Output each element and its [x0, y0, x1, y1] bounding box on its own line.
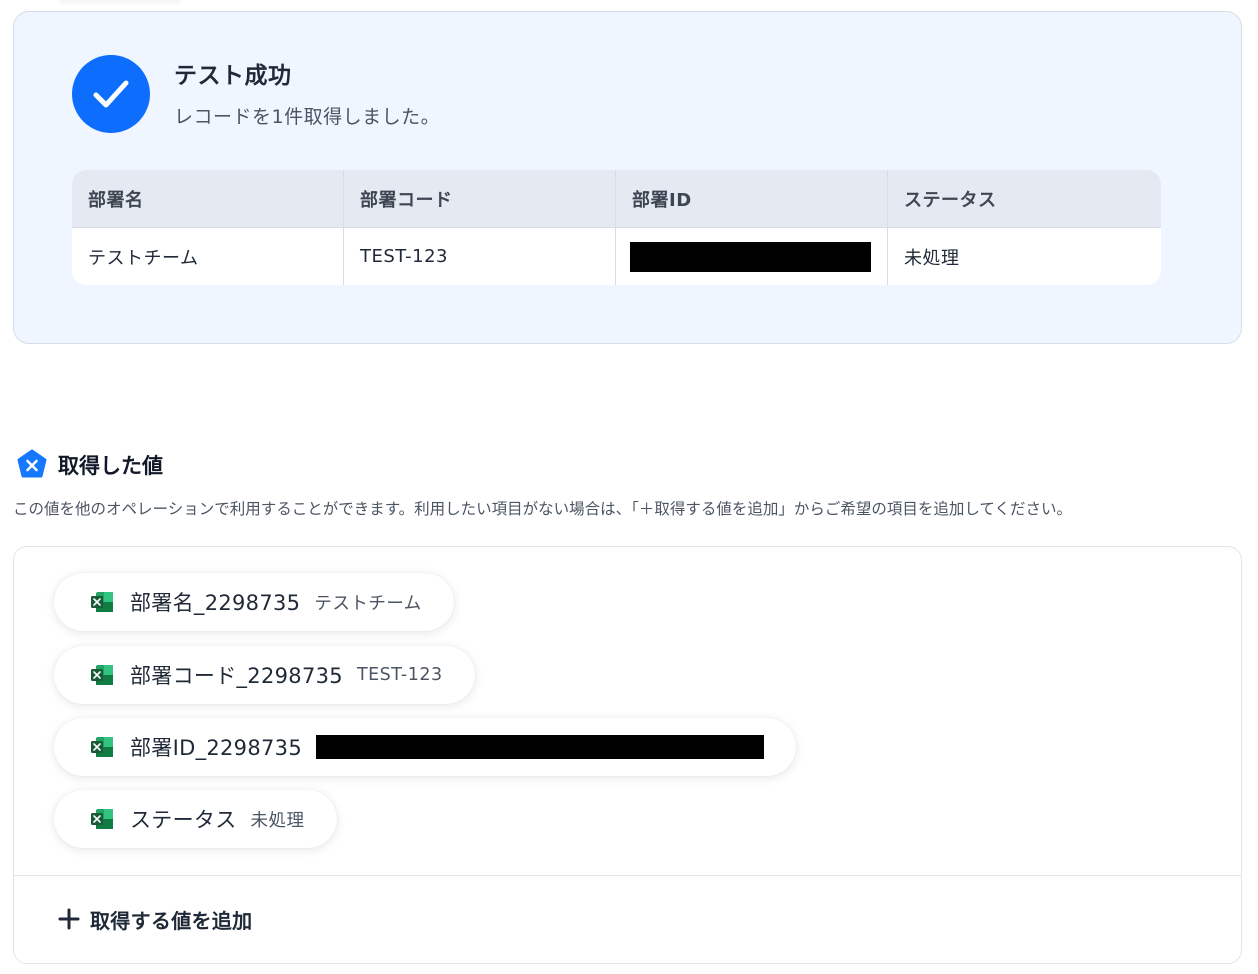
section-description: この値を他のオペレーションで利用することができます。利用したい項目がない場合は、… — [13, 500, 1072, 518]
value-chip[interactable]: 部署コード_2298735 TEST-123 — [54, 646, 475, 704]
check-circle-icon — [72, 55, 150, 133]
value-preview: 未処理 — [250, 810, 305, 831]
top-shadow — [60, 0, 180, 6]
value-preview: TEST-123 — [356, 665, 443, 685]
add-value-button[interactable]: 取得する値を追加 — [58, 892, 252, 946]
value-name: ステータス — [130, 808, 237, 832]
value-chip[interactable]: ステータス 未処理 — [54, 790, 337, 848]
value-name: 部署コード_2298735 — [130, 664, 343, 688]
table-row: テストチーム TEST-123 未処理 — [72, 228, 1161, 285]
cell-department-name: テストチーム — [72, 228, 344, 285]
section-title: 取得した値 — [58, 454, 163, 478]
acquired-values-panel: 部署名_2298735 テストチーム 部署コード_2298735 TEST-12… — [13, 546, 1242, 964]
table-header-row: 部署名 部署コード 部署ID ステータス — [72, 170, 1161, 228]
value-name: 部署名_2298735 — [130, 591, 301, 615]
column-header: 部署コード — [344, 170, 616, 227]
cell-department-code: TEST-123 — [344, 228, 616, 285]
result-table: 部署名 部署コード 部署ID ステータス テストチーム TEST-123 未処理 — [72, 170, 1161, 285]
cell-status: 未処理 — [904, 247, 960, 269]
excel-icon — [91, 737, 113, 757]
cell-department-id — [616, 228, 888, 285]
acquired-values-heading: 取得した値 — [16, 449, 163, 481]
yoom-logo-icon — [17, 449, 47, 478]
redacted-value — [630, 241, 871, 272]
value-name: 部署ID_2298735 — [130, 736, 302, 760]
value-chip[interactable]: 部署名_2298735 テストチーム — [54, 573, 454, 631]
value-preview: テストチーム — [314, 593, 422, 614]
redacted-value — [316, 735, 764, 759]
column-header: 部署ID — [616, 170, 888, 227]
excel-icon — [91, 592, 113, 612]
excel-icon — [91, 809, 113, 829]
value-chip[interactable]: 部署ID_2298735 — [54, 718, 796, 776]
column-header: 部署名 — [72, 170, 344, 227]
success-title: テスト成功 — [174, 63, 292, 89]
divider — [14, 875, 1241, 876]
excel-icon — [91, 665, 113, 685]
test-success-panel: テスト成功 レコードを1件取得しました。 部署名 部署コード 部署ID ステータ… — [13, 11, 1242, 344]
column-header: ステータス — [904, 189, 997, 211]
plus-icon — [58, 908, 80, 930]
add-value-label: 取得する値を追加 — [90, 908, 253, 933]
success-message: レコードを1件取得しました。 — [174, 106, 441, 128]
